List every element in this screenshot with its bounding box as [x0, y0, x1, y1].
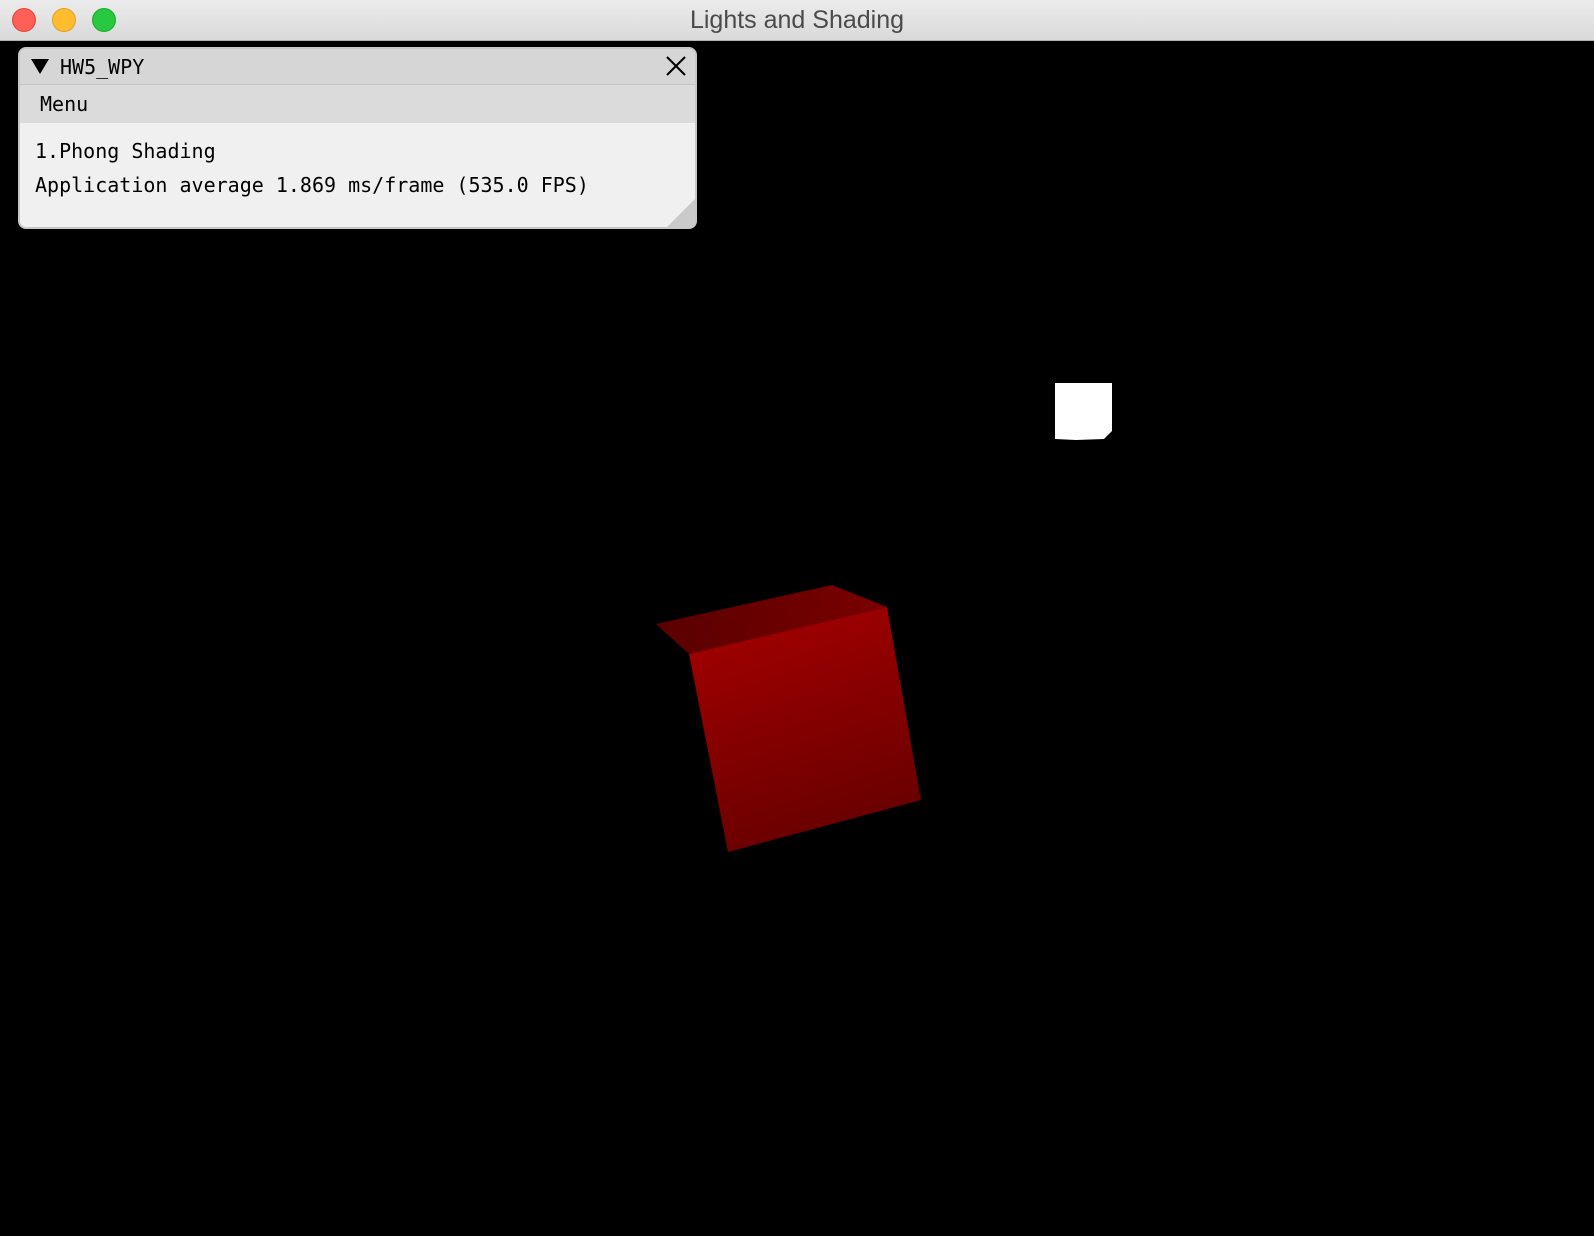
collapse-triangle-icon[interactable] — [31, 59, 49, 74]
fps-readout: Application average 1.869 ms/frame (535.… — [35, 173, 589, 197]
title-bar[interactable]: Lights and Shading — [0, 0, 1594, 41]
light-cube — [1055, 383, 1112, 440]
imgui-panel[interactable]: HW5_WPY Menu 1.Phong Shading Application… — [18, 47, 697, 229]
close-icon[interactable] — [665, 55, 687, 77]
menu-bar: Menu — [20, 85, 695, 123]
imgui-panel-title: HW5_WPY — [60, 55, 145, 79]
resize-grip[interactable] — [667, 199, 695, 227]
menu-item-menu[interactable]: Menu — [40, 85, 88, 123]
window-title: Lights and Shading — [689, 6, 905, 34]
shading-mode-label: 1.Phong Shading — [35, 139, 216, 163]
app-window: Lights and Shading HW5_WPY Menu 1.Phong … — [0, 0, 1594, 1236]
imgui-title-bar[interactable]: HW5_WPY — [20, 49, 695, 85]
